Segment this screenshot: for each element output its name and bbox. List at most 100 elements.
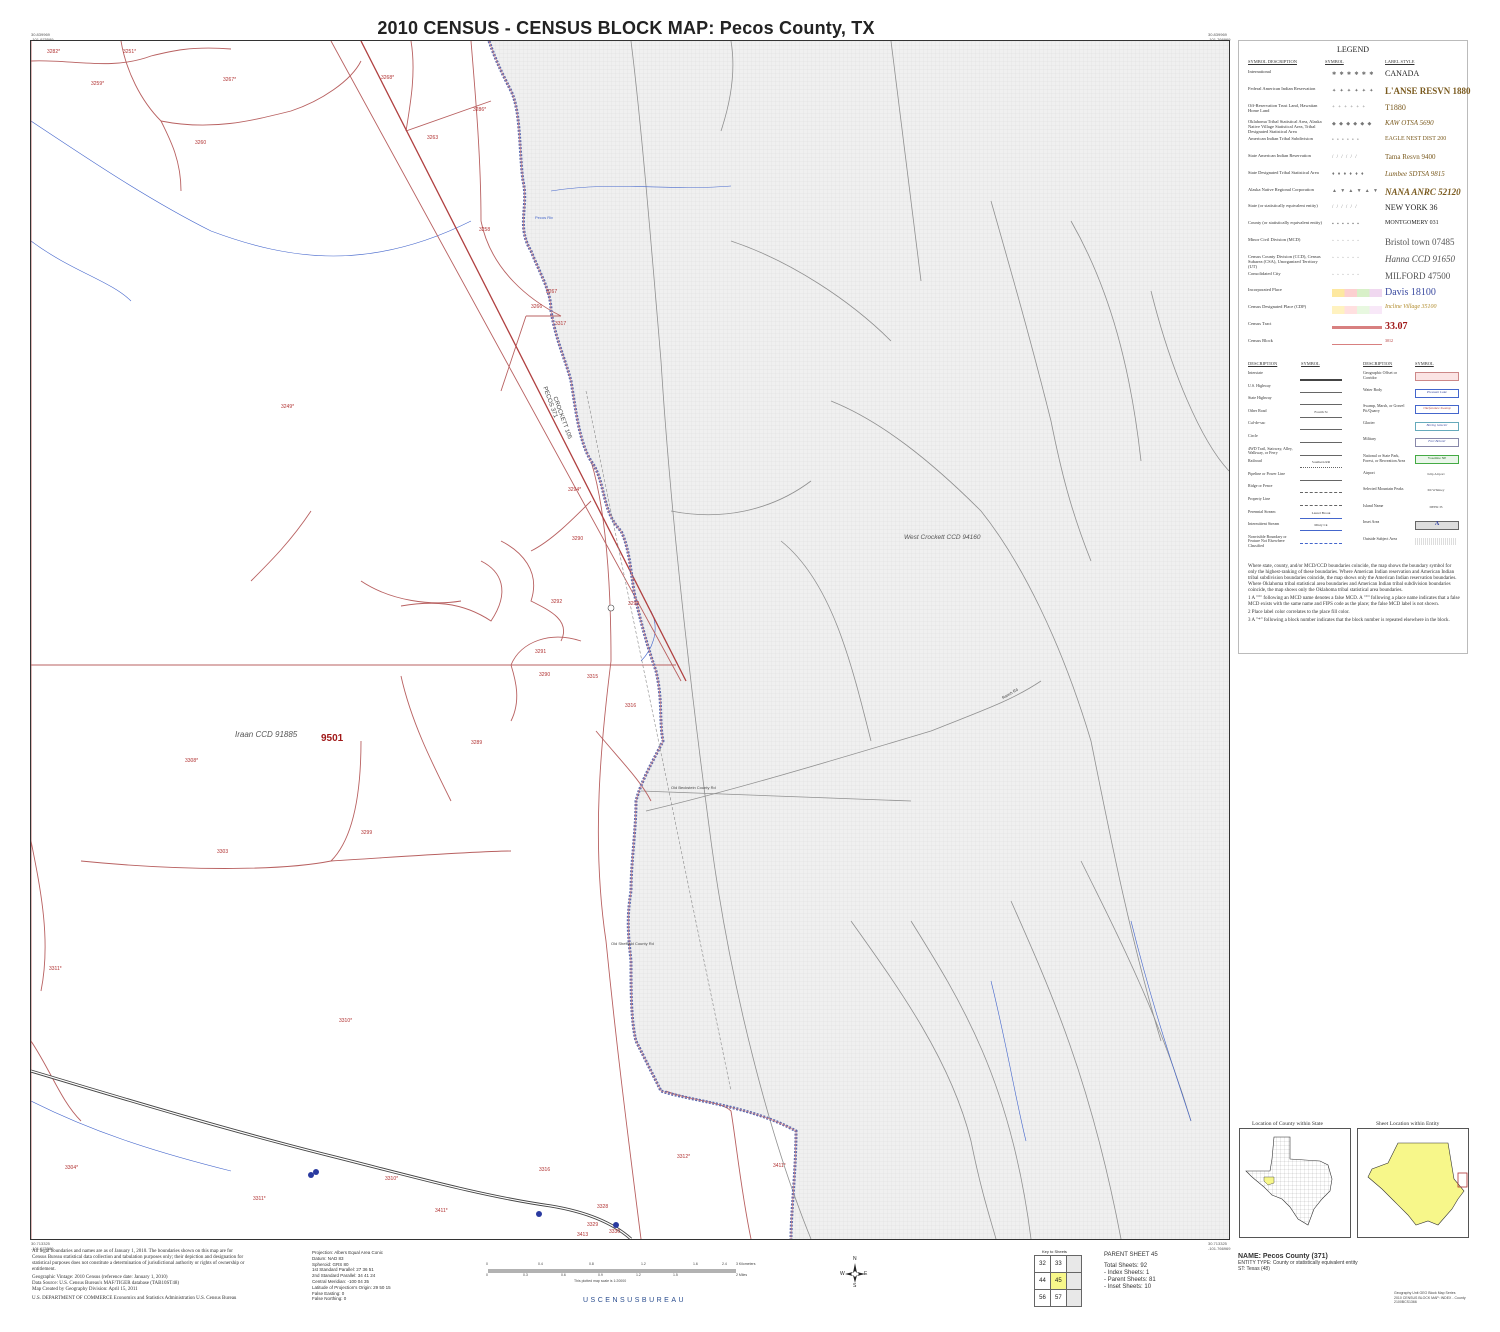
block-label: 3312* [677, 1154, 691, 1160]
block-label: 3316 [625, 703, 637, 709]
legend-area-symbol [1415, 372, 1459, 381]
key-sheet-cell[interactable] [1065, 1255, 1083, 1273]
legend-area-desc: Water Body [1363, 386, 1383, 392]
note: Where state, county, and/or MCD/CCD boun… [1248, 564, 1457, 593]
scale-km-tick: 1.6 [693, 1262, 698, 1266]
legend-col-label: LABEL STYLE [1385, 59, 1415, 64]
block-label: 3259* [91, 81, 105, 87]
scale-mi-tick: 1.5 [673, 1273, 678, 1277]
scale-mi-tick: 2 Miles [736, 1273, 748, 1277]
legend-row-label: EAGLE NEST DIST 200 [1385, 136, 1447, 143]
legend-row-label: L'ANSE RESVN 1880 [1385, 85, 1471, 96]
legend-area-symbol: Bering Glacier [1415, 421, 1459, 431]
key-sheet-cell[interactable] [1065, 1289, 1083, 1307]
legend-row-label: 3012 [1385, 337, 1393, 343]
index-sheets: - Index Sheets: 1 [1104, 1270, 1150, 1276]
legend-area-row: Swamp, Marsh, or Gravel Pit/Quarry Okefen… [1363, 403, 1463, 416]
tract-label: 9501 [321, 733, 344, 744]
entity-info: NAME: Pecos County (371) ENTITY TYPE: Co… [1238, 1253, 1358, 1272]
block-label: 3304* [65, 1165, 79, 1171]
series-line: Geography Unit GEO Block Map Series [1394, 1291, 1456, 1295]
key-sheet-cell[interactable]: 33 [1049, 1255, 1067, 1273]
block-label: 3267* [223, 77, 237, 83]
legend-line-desc: Ridge or Fence [1248, 483, 1273, 489]
block-label: 3328 [597, 1204, 609, 1210]
legend-line-desc: Cul-de-sac [1248, 420, 1266, 426]
legend-line-row: State Highway [1248, 396, 1358, 408]
legend-row-symbol: ▪ ▪ ▪ ▪ ▪ ▪ [1332, 222, 1360, 228]
legend-line-symbol [1300, 448, 1342, 456]
legend-row-symbol [1332, 289, 1382, 298]
legend-area-row: Geographic Offset or Corridor [1363, 370, 1463, 383]
scale-mi-tick: 0.6 [561, 1273, 566, 1277]
corner-se: 30.713325 -101.766969 [1208, 1241, 1231, 1251]
interstate-shield [536, 1211, 542, 1217]
road-label: Old Beckstein County Rd [671, 785, 716, 790]
legend-row-symbol: ◆ ◆ ◆ ◆ ◆ ◆ [1332, 122, 1373, 128]
outside-subject-area [489, 41, 1229, 1239]
created: Map Created by Geography Division: April… [32, 1287, 138, 1292]
legend-row-symbol [1332, 326, 1382, 329]
location-entity-map [1357, 1128, 1469, 1238]
block-label: 3260 [195, 140, 207, 146]
block-label: 3293 [628, 601, 640, 607]
legend-area-symbol: A [1415, 521, 1459, 531]
key-sheet-cell[interactable]: 57 [1049, 1289, 1067, 1307]
legend-line-desc: Nonvisible Boundary or Feature Not Elsew… [1248, 533, 1287, 548]
legend-row-label: MONTGOMERY 031 [1385, 220, 1439, 227]
block-label: 3317 [555, 321, 567, 327]
legend-area-symbol: Mt Whitney [1427, 488, 1445, 493]
map-frame[interactable]: Iraan CCD 91885 West Crockett CCD 94160 … [30, 40, 1230, 1240]
legend-row-symbol: • • • • • • [1332, 138, 1360, 144]
legend-line-row: Interstate [1248, 370, 1358, 383]
block-label: 3266 [531, 304, 543, 310]
legend-row: Consolidated City ◦ ◦ ◦ ◦ ◦ ◦ MILFORD 4750… [1248, 271, 1463, 287]
census-bureau-logo: USCENSUSBUREAU [583, 1297, 687, 1304]
key-sheet-cell[interactable]: 44 [1034, 1272, 1051, 1290]
block-label: 3258 [479, 227, 491, 233]
legend-row-label: Lumbee SDTSA 9815 [1385, 169, 1445, 178]
legend-row-desc: Minor Civil Division (MCD) [1248, 237, 1301, 242]
key-to-sheets-grid: 32 33 44 45 56 57 [1034, 1255, 1083, 1307]
legend-line-desc: Other Road [1248, 407, 1267, 413]
block-label: 3268* [381, 75, 395, 81]
legend-row-desc: Census Tract [1248, 321, 1272, 326]
legend-row-symbol: + + + + + + [1332, 104, 1367, 110]
scale-km-tick: 0.8 [589, 1262, 594, 1266]
legend-row: Oklahoma Tribal Statistical Area, Alaska… [1248, 119, 1463, 135]
legend-line-row: Ridge or Fence [1248, 484, 1358, 496]
legend-line-row: Nonvisible Boundary or Feature Not Elsew… [1248, 533, 1358, 548]
legend-area-row: Glacier Bering Glacier [1363, 420, 1463, 433]
legend-line-symbol [1300, 485, 1342, 494]
key-sheet-cell[interactable]: 56 [1034, 1289, 1051, 1307]
legend-row-desc: Oklahoma Tribal Statistical Area, Alaska… [1248, 119, 1322, 135]
legend-row-desc: State (or statistically equivalent entit… [1248, 203, 1318, 209]
key-sheet-cell[interactable]: 45 [1049, 1272, 1067, 1290]
legend-row-desc: State American Indian Reservation [1248, 153, 1311, 158]
legend-line-symbol [1300, 473, 1342, 481]
legend-row: Federal American Indian Reservation ✦ ✦ ✦… [1248, 86, 1471, 102]
legend-line-desc: Property Line [1248, 496, 1271, 501]
legend-row-label: 33.07 [1385, 321, 1408, 332]
legend2-desc-b: DESCRIPTION [1363, 361, 1393, 366]
legend-line-row: Circle [1248, 433, 1358, 446]
road-label: Old Sheffield County Rd [611, 941, 654, 946]
legend-row-symbol: ◦ ◦ ◦ ◦ ◦ ◦ [1332, 272, 1360, 278]
legend-line-desc: 4WD Trail, Stairway, Alley, Walkway, or … [1248, 445, 1293, 456]
key-sheet-cell[interactable]: 32 [1034, 1255, 1051, 1273]
legend-area-desc: Swamp, Marsh, or Gravel Pit/Quarry [1363, 403, 1405, 413]
block-label: 3291 [535, 649, 547, 655]
projection-info: Projection: Albers Equal Area Conic Datum… [312, 1250, 391, 1302]
legend-area-desc: Outside Subject Area [1363, 536, 1397, 541]
legend-panel: LEGEND SYMBOL DESCRIPTION SYMBOL LABEL S… [1238, 40, 1471, 654]
legend-notes: Where state, county, and/or MCD/CCD boun… [1248, 564, 1460, 624]
legend-row: Off-Reservation Trust Land, Hawaiian Hom… [1248, 103, 1463, 119]
legend-area-desc: Selected Mountain Peaks [1363, 486, 1404, 492]
legend-row-desc: Census Designated Place (CDP) [1248, 304, 1307, 310]
block-label: 3249* [281, 404, 295, 410]
legend-line-symbol: Southern RR [1300, 460, 1342, 469]
legend-row-label: Bristol town 07485 [1385, 237, 1455, 247]
block-label: 3310* [385, 1176, 399, 1182]
legend-area-desc: Airport [1363, 469, 1375, 475]
key-sheet-cell[interactable] [1065, 1272, 1083, 1290]
